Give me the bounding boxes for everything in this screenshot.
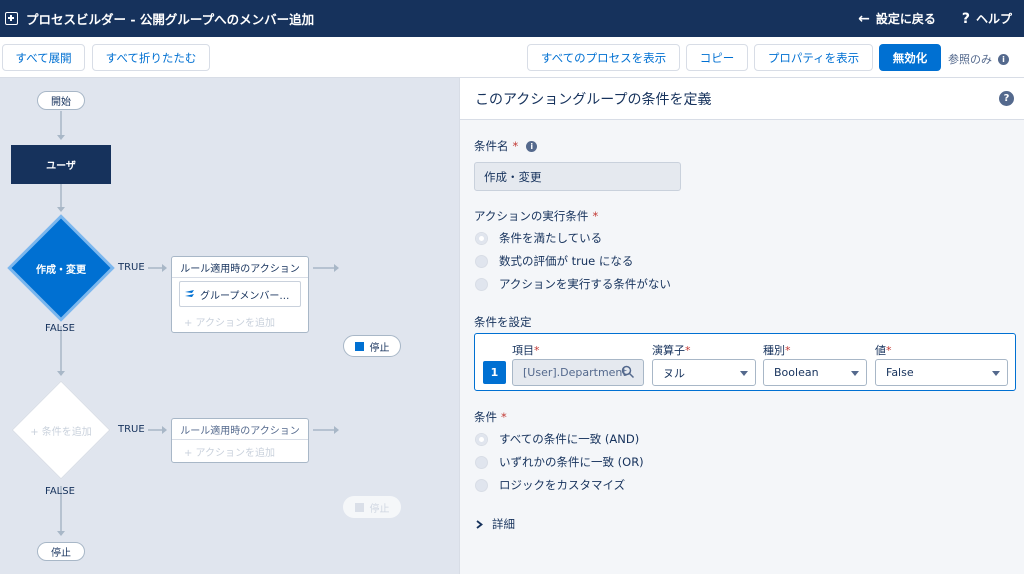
details-toggle[interactable]: 詳細 xyxy=(476,516,515,532)
value-column-label: 値* xyxy=(875,344,892,357)
chevron-down-icon xyxy=(740,371,748,376)
required-mark: * xyxy=(512,139,519,153)
logic-option-or[interactable]: いずれかの条件に一致 (OR) xyxy=(475,454,644,470)
field-column-label: 項目* xyxy=(512,344,540,357)
radio[interactable] xyxy=(475,254,488,268)
collapse-all-button[interactable]: すべて折りたたむ xyxy=(92,44,210,71)
required-mark: * xyxy=(785,344,791,357)
exec-option-conditions-met[interactable]: 条件を満たしている xyxy=(475,230,602,246)
condition-row: 項目* 演算子* 種別* 値* 1 [User].Department ヌル B… xyxy=(474,333,1016,391)
page-title: プロセスビルダー - 公開グループへのメンバー追加 xyxy=(26,12,315,27)
radio-selected[interactable] xyxy=(475,432,488,446)
back-to-setup-link[interactable]: ← 設定に戻る xyxy=(858,10,936,27)
add-action-link[interactable]: + アクションを追加 xyxy=(172,310,308,332)
add-action-link[interactable]: + アクションを追加 xyxy=(172,440,308,462)
criteria-node-1[interactable]: 作成・変更 xyxy=(11,218,111,318)
criteria-panel: このアクショングループの条件を定義 ? 条件名 * i 作成・変更 アクションの実… xyxy=(459,78,1024,574)
stop-node-1[interactable]: 停止 xyxy=(343,335,401,357)
true-label: TRUE xyxy=(118,424,145,435)
required-mark: * xyxy=(592,209,599,223)
exec-condition-label: アクションの実行条件 * xyxy=(474,209,599,223)
immediate-actions-box-1: ルール適用時のアクション グループメンバー… + アクションを追加 xyxy=(171,256,309,333)
deactivate-button[interactable]: 無効化 xyxy=(879,44,941,71)
view-all-processes-button[interactable]: すべてのプロセスを表示 xyxy=(527,44,680,71)
help-link[interactable]: ? ヘルプ xyxy=(962,10,1012,27)
false-label: FALSE xyxy=(45,486,75,497)
radio[interactable] xyxy=(475,455,488,469)
help-icon[interactable]: ? xyxy=(999,91,1014,106)
value-select[interactable]: False xyxy=(875,359,1008,386)
arrow-left-icon: ← xyxy=(858,11,870,27)
chevron-right-icon xyxy=(476,519,483,529)
true-label: TRUE xyxy=(118,262,145,273)
type-column-label: 種別* xyxy=(763,344,791,357)
info-icon[interactable]: i xyxy=(526,140,538,152)
search-icon[interactable] xyxy=(621,365,635,379)
chevron-down-icon xyxy=(992,371,1000,376)
stop-icon xyxy=(354,341,364,351)
radio[interactable] xyxy=(475,277,488,291)
false-label: FALSE xyxy=(45,323,75,334)
process-canvas: 開始 ユーザ 作成・変更 TRUE FALSE ルール適用時のアクション グルー… xyxy=(0,78,459,574)
top-header: プロセスビルダー - 公開グループへのメンバー追加 ← 設定に戻る ? ヘルプ xyxy=(0,0,1024,37)
immediate-actions-box-2: ルール適用時のアクション + アクションを追加 xyxy=(171,418,309,463)
process-builder-icon xyxy=(5,12,18,25)
object-node[interactable]: ユーザ xyxy=(11,145,111,184)
view-properties-button[interactable]: プロパティを表示 xyxy=(754,44,873,71)
expand-all-button[interactable]: すべて展開 xyxy=(2,44,85,71)
logic-option-and[interactable]: すべての条件に一致 (AND) xyxy=(475,431,639,447)
operator-column-label: 演算子* xyxy=(652,344,691,357)
info-icon[interactable]: i xyxy=(998,53,1009,65)
add-criteria-node[interactable]: + 条件を追加 xyxy=(11,380,111,480)
chevron-down-icon xyxy=(851,371,859,376)
required-mark: * xyxy=(501,410,507,424)
copy-button[interactable]: コピー xyxy=(686,44,748,71)
immediate-actions-header: ルール適用時のアクション xyxy=(172,419,308,440)
quick-action-icon xyxy=(185,289,194,297)
exec-option-formula-true[interactable]: 数式の評価が true になる xyxy=(475,253,633,269)
criteria-label: 作成・変更 xyxy=(36,264,86,276)
criteria-name-input[interactable]: 作成・変更 xyxy=(474,162,681,191)
stop-node-2[interactable]: 停止 xyxy=(343,496,401,518)
stop-icon xyxy=(354,502,364,512)
required-mark: * xyxy=(685,344,691,357)
readonly-indicator: 参照のみ i xyxy=(948,51,1009,67)
required-mark: * xyxy=(534,344,540,357)
set-conditions-label: 条件を設定 xyxy=(474,315,532,329)
logic-option-custom[interactable]: ロジックをカスタマイズ xyxy=(475,477,625,493)
add-criteria-label: + 条件を追加 xyxy=(30,426,92,438)
field-picker[interactable]: [User].Department xyxy=(512,359,644,386)
question-icon: ? xyxy=(961,11,970,27)
type-select[interactable]: Boolean xyxy=(763,359,867,386)
criteria-name-label: 条件名 * i xyxy=(474,138,538,154)
end-stop-node[interactable]: 停止 xyxy=(37,542,85,561)
exec-option-no-criteria[interactable]: アクションを実行する条件がない xyxy=(475,276,671,292)
logic-label: 条件 * xyxy=(474,410,507,424)
start-node[interactable]: 開始 xyxy=(37,91,85,110)
radio-selected[interactable] xyxy=(475,231,488,245)
immediate-actions-header: ルール適用時のアクション xyxy=(172,257,308,278)
toolbar: すべて展開 すべて折りたたむ すべてのプロセスを表示 コピー プロパティを表示 … xyxy=(0,37,1024,78)
condition-number: 1 xyxy=(483,361,506,384)
panel-title: このアクショングループの条件を定義 xyxy=(460,78,1024,120)
radio[interactable] xyxy=(475,478,488,492)
operator-select[interactable]: ヌル xyxy=(652,359,756,386)
required-mark: * xyxy=(886,344,892,357)
action-item[interactable]: グループメンバー… xyxy=(179,281,301,307)
